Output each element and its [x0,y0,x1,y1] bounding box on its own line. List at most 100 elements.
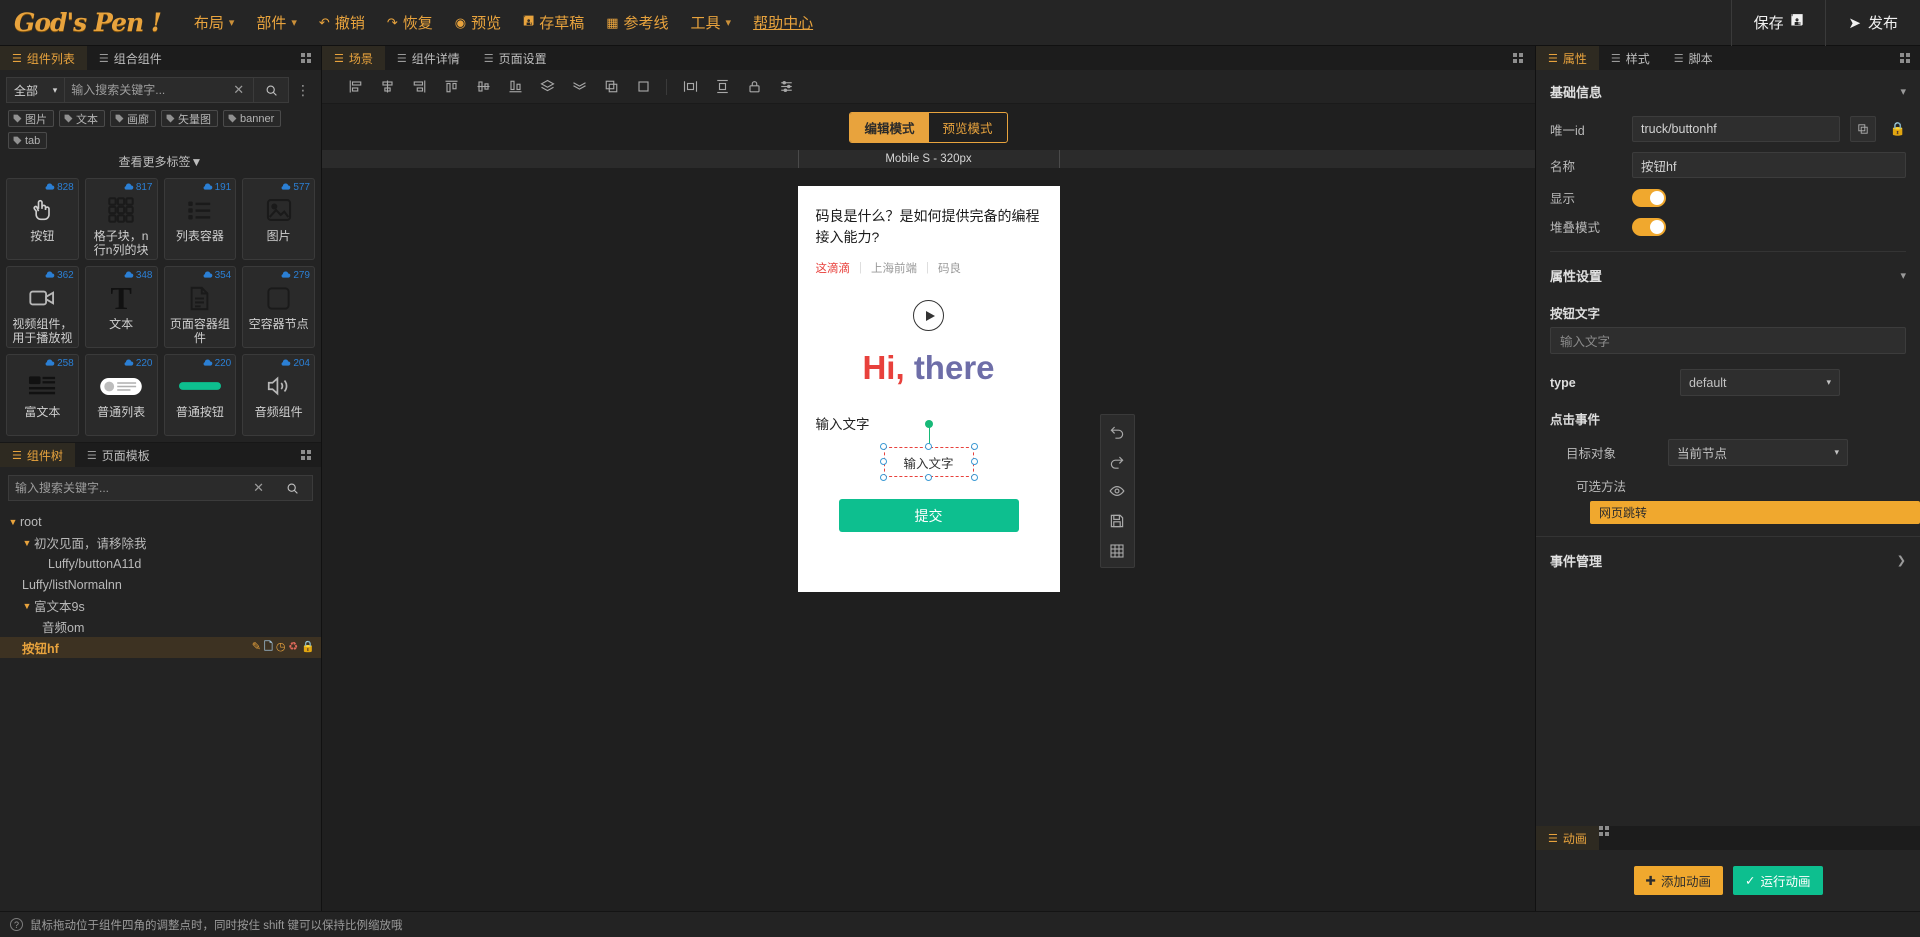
component-card-button[interactable]: 828 按钮 [6,178,79,260]
delete-icon[interactable]: ♻ [288,642,298,653]
caret-down-icon[interactable]: ▼ [6,517,20,527]
component-card-image[interactable]: 577 图片 [242,178,315,260]
tree-node-buttonA11d[interactable]: Luffy/buttonA11d [0,553,321,574]
tag-filter[interactable]: 矢量图 [161,110,218,127]
lock-icon[interactable]: 🔒 [1886,121,1906,137]
align-middle-icon[interactable] [468,75,498,99]
resize-handle-bottom-center[interactable] [924,474,932,481]
menu-item-layout[interactable]: 布局 ▾ [183,6,246,39]
resize-handle-bottom-left[interactable] [879,474,887,481]
show-toggle[interactable] [1632,188,1666,207]
submit-button[interactable]: 提交 [838,499,1019,532]
save-icon[interactable] [1102,510,1132,532]
redo-icon[interactable] [1102,450,1132,472]
component-card-grid-block[interactable]: 817 格子块，n行n列的块 [84,178,158,260]
uid-input[interactable]: truck/buttonhf [1632,116,1840,142]
settings-node-icon[interactable] [771,75,801,99]
tab-scripts[interactable]: ☰ 脚本 [1662,46,1725,70]
audio-player[interactable] [816,300,1042,331]
mode-edit-button[interactable]: 编辑模式 [850,112,929,142]
caret-down-icon[interactable]: ▼ [20,601,34,611]
menu-item-undo[interactable]: ↶ 撤销 [308,6,376,39]
copy-node-icon[interactable] [596,75,626,99]
basic-info-section-header[interactable]: 基础信息 ▾ [1536,70,1920,111]
resize-handle-top-right[interactable] [970,443,978,450]
component-card-plain-list[interactable]: 220 普通列表 [84,354,158,436]
tab-scene[interactable]: ☰ 场景 [322,46,385,70]
copy-icon[interactable]: 🗋 [264,642,273,653]
clear-search-icon[interactable]: ✕ [230,82,247,98]
align-top-icon[interactable] [436,75,466,99]
menu-item-widgets[interactable]: 部件 ▾ [245,6,308,39]
align-left-icon[interactable] [340,75,370,99]
component-card-video[interactable]: 362 视频组件，用于播放视 [6,266,79,348]
add-animation-button[interactable]: ✚ 添加动画 [1633,866,1723,895]
tag-filter[interactable]: 文本 [59,110,105,127]
tab-styles[interactable]: ☰ 样式 [1599,46,1662,70]
tree-node-root[interactable]: ▼ root [0,511,321,532]
category-select[interactable]: 全部 ▾ [6,77,65,103]
tag-filter[interactable]: 图片 [8,110,54,127]
component-panel-more-icon[interactable]: ⋮ [289,83,315,97]
chevron-right-icon[interactable]: ❯ [1897,554,1906,567]
tree-node-welcome[interactable]: ▼ 初次见面，请移除我 [0,532,321,553]
copy-uid-button[interactable] [1849,116,1876,142]
distribute-v-icon[interactable] [707,75,737,99]
center-layout-toggle[interactable] [1501,46,1535,70]
run-animation-button[interactable]: ✓ 运行动画 [1733,866,1823,895]
play-icon[interactable] [913,300,944,331]
resize-handle-top-left[interactable] [879,443,887,450]
property-settings-section-header[interactable]: 属性设置 ▾ [1536,254,1920,295]
component-card-rich-text[interactable]: 258 富文本 [6,354,79,436]
chevron-down-icon[interactable]: ▾ [1900,85,1906,98]
tree-panel-layout-toggle[interactable] [291,443,321,467]
rotate-handle[interactable] [924,420,933,428]
tree-node-buttonhf[interactable]: 按钮hf ✎ 🗋 ◷ ♻ 🔒 [0,637,321,658]
edit-icon[interactable]: ✎ [252,642,261,653]
grid-icon[interactable] [1102,540,1132,562]
menu-item-tools[interactable]: 工具 ▾ [680,6,743,39]
method-chip-webpage-jump[interactable]: 网页跳转 [1590,501,1920,524]
selected-button-element[interactable]: 输入文字 [883,447,974,477]
component-search-input[interactable] [71,83,227,97]
align-bottom-icon[interactable] [500,75,530,99]
lock-icon[interactable]: 🔒 [301,642,315,653]
component-card-text[interactable]: 348 T 文本 [84,266,158,348]
tag-filter[interactable]: tab [8,132,48,149]
tree-node-richtext9s[interactable]: ▼ 富文本9s [0,595,321,616]
menu-item-redo[interactable]: ↷ 恢复 [376,6,444,39]
tree-node-listNormalnn[interactable]: Luffy/listNormalnn [0,574,321,595]
component-search-button[interactable] [254,77,289,103]
button-text-input[interactable]: 输入文字 [1550,327,1906,354]
resize-handle-middle-left[interactable] [879,458,887,465]
publish-button[interactable]: ➤ 发布 [1826,0,1920,46]
tree-node-audioom[interactable]: 音频om [0,616,321,637]
distribute-h-icon[interactable] [675,75,705,99]
selected-element-wrapper[interactable]: 输入文字 [879,420,978,481]
tab-component-list[interactable]: ☰ 组件列表 [0,46,87,70]
menu-item-guides[interactable]: ▦ 参考线 [595,6,679,39]
animation-layout-toggle[interactable] [1598,826,1609,850]
component-card-plain-button[interactable]: 220 普通按钮 [163,354,237,436]
type-select[interactable]: default ▾ [1680,369,1840,396]
panel-layout-toggle[interactable] [291,46,321,70]
align-center-h-icon[interactable] [372,75,402,99]
menu-item-preview[interactable]: ◉ 预览 [444,6,512,39]
tab-component-tree[interactable]: ☰ 组件树 [0,443,75,467]
hero-text[interactable]: Hi, there [816,349,1042,387]
tab-combined-components[interactable]: ☰ 组合组件 [87,46,174,70]
stack-mode-toggle[interactable] [1632,217,1666,236]
tab-properties[interactable]: ☰ 属性 [1536,46,1599,70]
tree-search-input[interactable] [15,481,247,495]
component-card-empty-container[interactable]: 279 空容器节点 [242,266,315,348]
menu-item-save-draft[interactable]: 🖪 存草稿 [512,6,595,40]
save-button[interactable]: 保存 🖪 [1730,0,1827,48]
name-input[interactable]: 按钮hf [1632,152,1906,178]
undo-icon[interactable] [1102,420,1132,442]
right-panel-layout-toggle[interactable] [1890,46,1920,70]
tab-animation[interactable]: ☰ 动画 [1536,826,1599,850]
component-card-page-container[interactable]: 354 页面容器组件 [163,266,237,348]
component-card-audio[interactable]: 204 音频组件 [242,354,315,436]
component-card-list-container[interactable]: 191 列表容器 [163,178,237,260]
clear-tree-search-icon[interactable]: ✕ [250,480,267,496]
